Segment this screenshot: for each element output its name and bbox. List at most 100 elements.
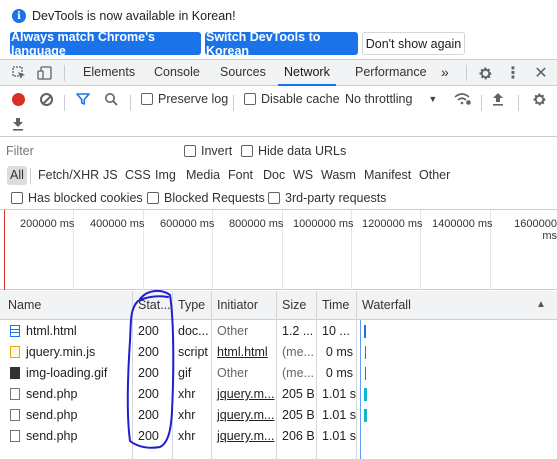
request-type: doc... (178, 324, 209, 338)
language-infobar: i DevTools is now available in Korean! A… (0, 0, 557, 60)
waterfall-bar (364, 409, 367, 422)
network-settings-button[interactable] (532, 90, 547, 108)
request-initiator-link[interactable]: jquery.m... (213, 405, 275, 426)
network-overview-timeline[interactable]: 200000 ms 400000 ms 600000 ms 800000 ms … (0, 210, 557, 290)
type-filter-font[interactable]: Font (226, 166, 255, 185)
checkbox-box (268, 192, 280, 204)
type-filter-ws[interactable]: WS (291, 166, 315, 185)
column-header-waterfall[interactable]: Waterfall (358, 291, 478, 320)
third-party-requests-checkbox[interactable]: 3rd-party requests (268, 189, 386, 207)
import-har-button[interactable] (492, 90, 504, 108)
more-tabs-button[interactable]: » (441, 60, 449, 86)
request-initiator-link[interactable]: jquery.m... (213, 384, 275, 405)
disable-cache-checkbox[interactable]: Disable cache (244, 90, 340, 108)
request-initiator-link[interactable]: html.html (213, 342, 275, 363)
network-toolbar: Preserve log Disable cache No throttling… (0, 86, 557, 112)
request-initiator-link[interactable]: jquery.m... (213, 426, 275, 447)
tab-elements[interactable]: Elements (83, 60, 135, 86)
request-size: 206 B (282, 429, 315, 443)
record-button[interactable] (12, 90, 25, 108)
request-initiator: Other (217, 366, 249, 380)
request-name: send.php (6, 384, 130, 405)
table-row[interactable]: send.php 200 xhr jquery.m... 205 B 1.01 … (0, 405, 557, 426)
table-row[interactable]: jquery.min.js 200 script html.html (me..… (0, 342, 557, 363)
type-filter-doc[interactable]: Doc (261, 166, 287, 185)
request-type: xhr (178, 408, 196, 422)
throttling-select[interactable]: No throttling ▼ (345, 90, 437, 108)
type-filter-js[interactable]: JS (101, 166, 120, 185)
overview-start-marker (4, 210, 5, 290)
has-blocked-cookies-checkbox[interactable]: Has blocked cookies (11, 189, 143, 207)
waterfall-bar (365, 346, 366, 359)
type-filter-css[interactable]: CSS (123, 166, 153, 185)
request-size: (me... (282, 366, 314, 380)
hide-data-urls-checkbox[interactable]: Hide data URLs (241, 142, 346, 160)
preserve-log-checkbox[interactable]: Preserve log (141, 90, 228, 108)
infobar-message-row: i DevTools is now available in Korean! (12, 7, 236, 25)
search-icon (105, 93, 118, 106)
checkbox-box (244, 93, 256, 105)
divider (64, 65, 65, 81)
column-header-time[interactable]: Time (318, 291, 356, 320)
type-filter-media[interactable]: Media (184, 166, 222, 185)
request-name: html.html (6, 321, 130, 342)
table-row[interactable]: img-loading.gif 200 gif Other (me... 0 m… (0, 363, 557, 384)
export-har-button[interactable] (12, 115, 24, 133)
dont-show-again-button[interactable]: Don't show again (362, 32, 465, 55)
has-blocked-cookies-label: Has blocked cookies (28, 191, 143, 205)
blocked-requests-checkbox[interactable]: Blocked Requests (147, 189, 265, 207)
search-button[interactable] (104, 90, 118, 108)
table-row[interactable]: html.html 200 doc... Other 1.2 ... 10 ..… (0, 321, 557, 342)
tab-sources[interactable]: Sources (220, 60, 266, 86)
tab-console[interactable]: Console (154, 60, 200, 86)
filter-toggle-button[interactable] (76, 90, 90, 108)
type-filter-all[interactable]: All (7, 166, 27, 185)
column-header-size[interactable]: Size (278, 291, 314, 320)
column-header-name[interactable]: Name (4, 291, 124, 320)
chevron-down-icon: ▼ (428, 94, 438, 104)
type-filter-other[interactable]: Other (417, 166, 452, 185)
filter-funnel-icon (76, 93, 90, 105)
request-name-text: jquery.min.js (26, 345, 96, 359)
type-filter-fetch-xhr[interactable]: Fetch/XHR (36, 166, 101, 185)
checkbox-box (184, 145, 196, 157)
settings-gear-icon[interactable] (476, 64, 494, 82)
request-name: img-loading.gif (6, 363, 130, 384)
clear-button[interactable] (40, 90, 53, 108)
close-devtools-icon[interactable]: ✕ (532, 64, 550, 82)
request-name: jquery.min.js (6, 342, 130, 363)
request-name-text: send.php (26, 429, 78, 443)
overview-tick-label: 200000 ms (20, 218, 75, 230)
tab-performance[interactable]: Performance (355, 60, 427, 86)
divider (130, 95, 131, 111)
infobar-message: DevTools is now available in Korean! (32, 9, 236, 23)
status-column-annotation (126, 289, 175, 449)
request-type: gif (178, 366, 192, 380)
request-name: send.php (6, 426, 130, 447)
request-name-text: img-loading.gif (26, 366, 108, 380)
device-toolbar-icon[interactable] (36, 64, 54, 82)
invert-checkbox[interactable]: Invert (184, 142, 232, 160)
overview-tick-label: 1000000 ms (293, 218, 354, 230)
filter-bar: Invert Hide data URLs (0, 138, 557, 164)
kebab-menu-icon[interactable]: ⋮ (504, 64, 522, 82)
inspect-element-icon[interactable] (10, 64, 28, 82)
checkbox-box (241, 145, 253, 157)
blocked-filter-row: Has blocked cookies Blocked Requests 3rd… (0, 186, 557, 210)
request-time: 0 ms (325, 345, 353, 359)
request-time: 1.01 s (322, 429, 356, 443)
column-header-initiator[interactable]: Initiator (213, 291, 275, 320)
filter-input[interactable] (6, 142, 178, 160)
type-filter-wasm[interactable]: Wasm (319, 166, 358, 185)
table-row[interactable]: send.php 200 xhr jquery.m... 205 B 1.01 … (0, 384, 557, 405)
type-filter-manifest[interactable]: Manifest (362, 166, 413, 185)
switch-to-korean-button[interactable]: Switch DevTools to Korean (205, 30, 358, 58)
table-row[interactable]: send.php 200 xhr jquery.m... 206 B 1.01 … (0, 426, 557, 447)
type-filter-img[interactable]: Img (153, 166, 178, 185)
network-conditions-button[interactable] (454, 90, 472, 108)
always-match-language-button[interactable]: Always match Chrome's language (10, 30, 201, 58)
overview-tick-label: 1400000 ms (432, 218, 493, 230)
column-header-type[interactable]: Type (174, 291, 212, 320)
tab-network[interactable]: Network (278, 60, 336, 86)
divider (481, 95, 482, 111)
